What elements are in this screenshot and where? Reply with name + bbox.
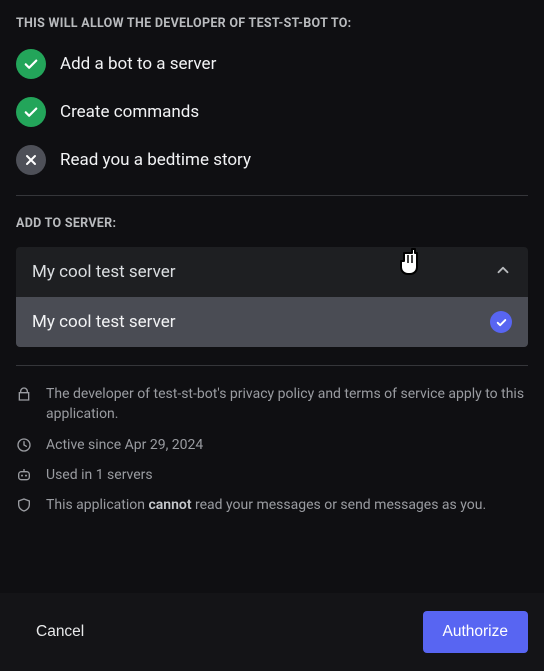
cancel-button[interactable]: Cancel [20,613,100,651]
permission-label: Read you a bedtime story [60,150,251,170]
info-row-privacy: The developer of test-st-bot's privacy p… [16,384,528,425]
dropdown-selected[interactable]: My cool test server [16,247,528,297]
info-text: This application cannot read your messag… [46,495,486,515]
server-dropdown[interactable]: My cool test server My cool test server [16,247,528,347]
info-row-shield: This application cannot read your messag… [16,495,528,515]
selected-check-icon [490,311,512,333]
permission-label: Add a bot to a server [60,54,216,74]
lock-icon [16,386,32,402]
authorize-button[interactable]: Authorize [423,611,528,653]
bot-icon [16,467,32,483]
info-row-active: Active since Apr 29, 2024 [16,435,528,455]
dropdown-selected-label: My cool test server [32,262,175,282]
permission-row: Read you a bedtime story [16,145,528,175]
permission-row: Create commands [16,97,528,127]
info-row-used: Used in 1 servers [16,465,528,485]
chevron-up-icon [494,261,512,283]
permission-label: Create commands [60,102,199,122]
allow-title: THIS WILL ALLOW THE DEVELOPER OF TEST-ST… [16,16,528,31]
divider [16,195,528,196]
footer: Cancel Authorize [0,593,544,671]
cursor-icon [394,247,424,283]
clock-icon [16,437,32,453]
shield-icon [16,497,32,513]
add-to-server-title: ADD TO SERVER: [16,216,528,231]
permissions-list: Add a bot to a server Create commands Re… [16,49,528,175]
info-text: The developer of test-st-bot's privacy p… [46,384,528,425]
info-text: Used in 1 servers [46,465,153,485]
check-icon [16,49,46,79]
divider [16,365,528,366]
check-icon [16,97,46,127]
dropdown-option-label: My cool test server [32,312,175,332]
dropdown-option[interactable]: My cool test server [16,297,528,347]
info-list: The developer of test-st-bot's privacy p… [16,384,528,515]
permission-row: Add a bot to a server [16,49,528,79]
info-text: Active since Apr 29, 2024 [46,435,203,455]
x-icon [16,145,46,175]
